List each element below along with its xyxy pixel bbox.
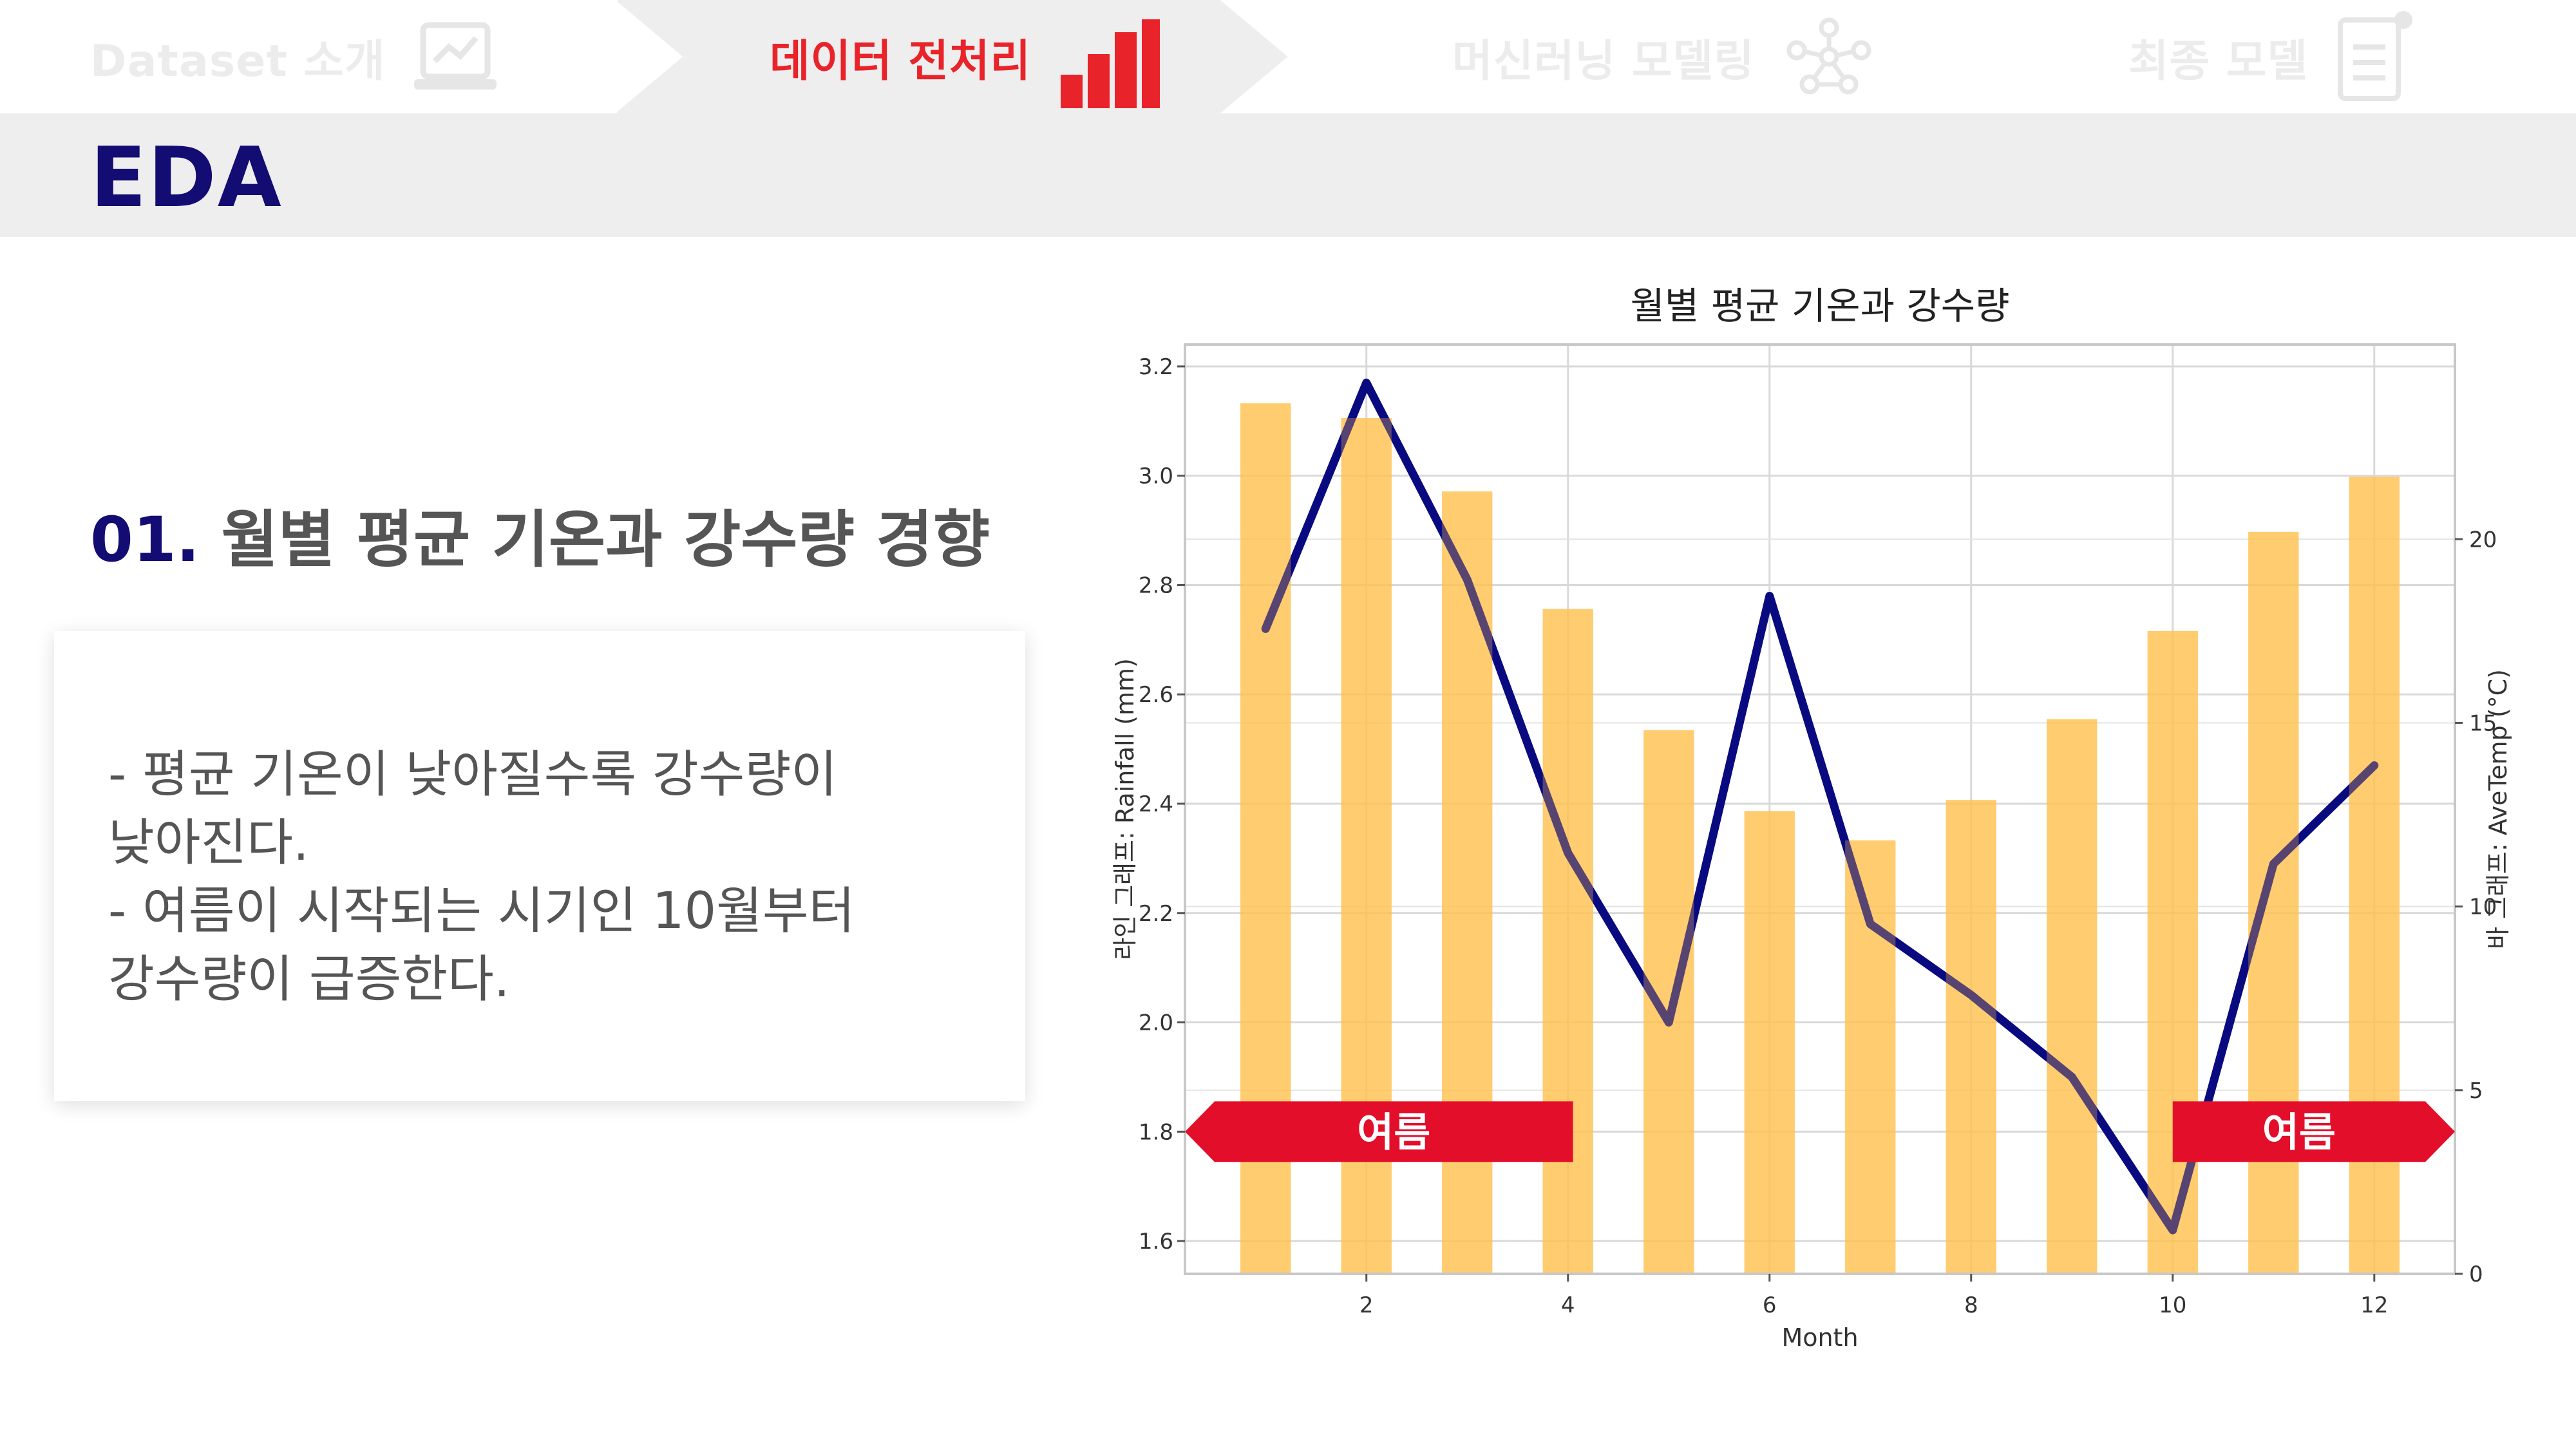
temperature-bar-overlay: [1542, 609, 1593, 1274]
temperature-bar-overlay: [2147, 630, 2198, 1274]
y-left-tick-label: 2.2: [1139, 901, 1173, 927]
y-left-tick-label: 2.8: [1139, 573, 1173, 598]
y-axis-left-label: 라인 그래프: Rainfall (mm): [1111, 658, 1139, 960]
y-axis-right-label: 바 그래프: AveTemp (°C): [2484, 669, 2512, 949]
y-left-tick-label: 1.6: [1139, 1229, 1173, 1255]
temperature-bar-overlay: [1845, 840, 1896, 1274]
rainfall-temperature-chart: 2 4 6 8 10 121.61.82.02.22.42.62.83.03.205101…: [1111, 284, 2512, 1352]
chart-title: 월별 평균 기온과 강수량: [1631, 284, 2010, 328]
summer-label: 여름: [2262, 1108, 2336, 1155]
rainfall-point: [1768, 595, 1770, 597]
x-tick-label: 2: [1359, 1293, 1374, 1318]
x-tick-label: 6: [1763, 1293, 1777, 1318]
temperature-bar-overlay: [2248, 531, 2299, 1274]
x-tick-label: 12: [2360, 1293, 2388, 1318]
summer-label: 여름: [1357, 1108, 1430, 1155]
y-right-tick-label: 5: [2469, 1078, 2483, 1104]
temperature-bar-overlay: [1744, 811, 1795, 1274]
x-tick-label: 8: [1964, 1293, 1978, 1318]
x-tick-label: 4: [1561, 1293, 1575, 1318]
y-left-tick-label: 2.4: [1139, 791, 1173, 817]
y-left-tick-label: 3.0: [1139, 464, 1173, 489]
temperature-bar-overlay: [2047, 719, 2098, 1274]
rainfall-point: [1365, 382, 1367, 384]
x-tick-label: 10: [2159, 1293, 2186, 1318]
y-left-tick-label: 2.0: [1139, 1010, 1173, 1036]
temperature-bar-overlay: [1643, 730, 1694, 1274]
y-right-tick-label: 20: [2469, 527, 2497, 553]
y-right-tick-label: 0: [2469, 1262, 2483, 1287]
y-left-tick-label: 3.2: [1139, 354, 1173, 380]
temperature-bar-overlay: [1946, 800, 1996, 1274]
y-left-tick-label: 2.6: [1139, 682, 1173, 708]
x-axis-label: Month: [1781, 1323, 1858, 1352]
y-left-tick-label: 1.8: [1139, 1119, 1173, 1145]
